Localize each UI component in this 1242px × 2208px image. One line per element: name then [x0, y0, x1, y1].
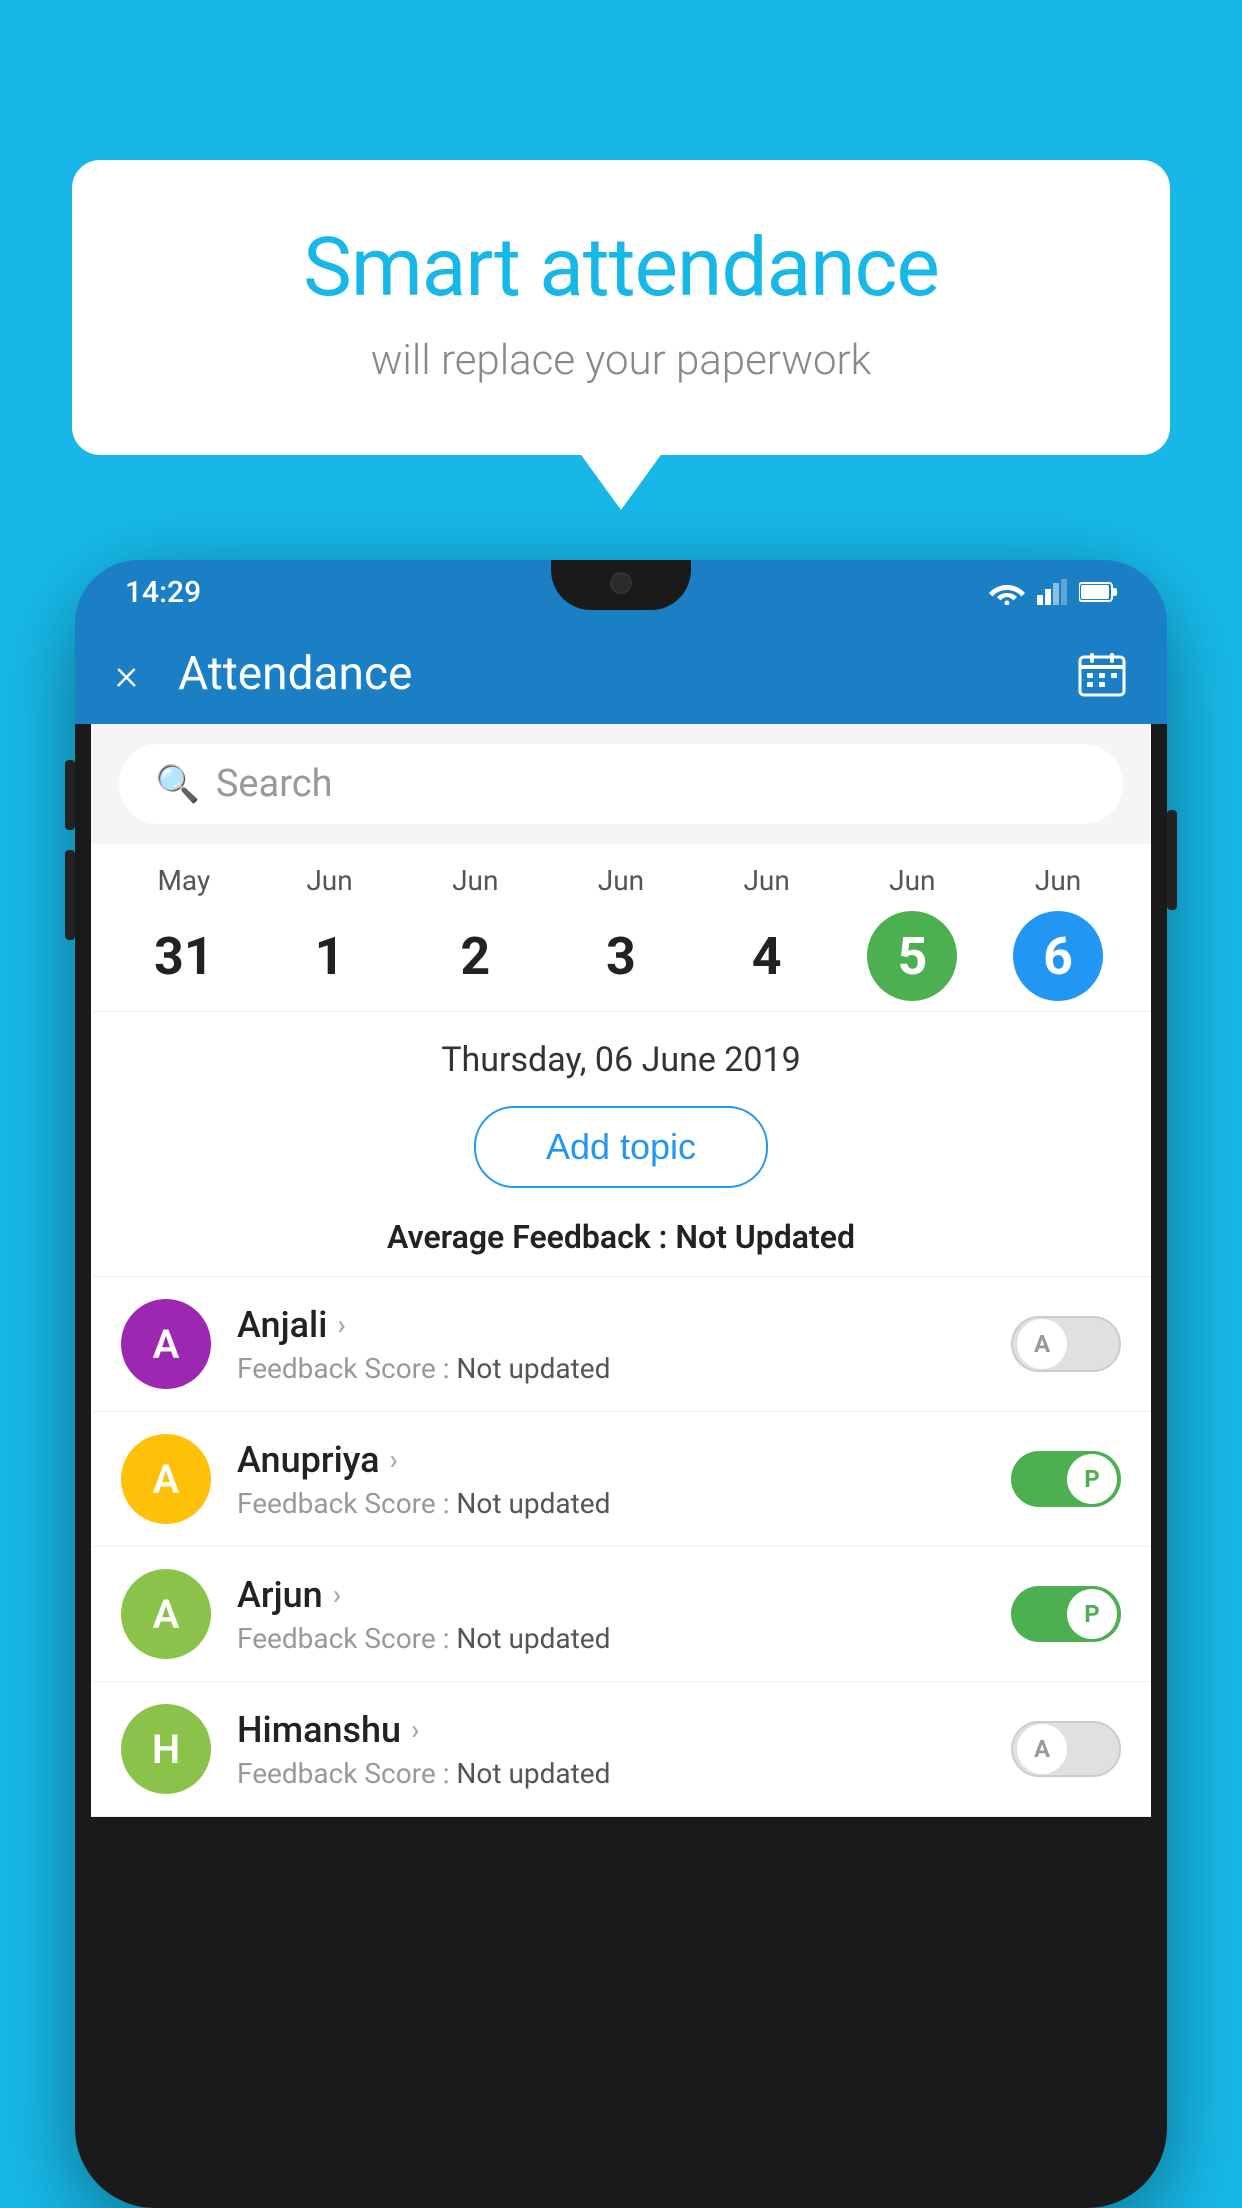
- date-number: 2: [430, 911, 520, 1001]
- toggle-knob: P: [1067, 1589, 1117, 1639]
- date-number: 6: [1013, 911, 1103, 1001]
- bubble-subtitle: will replace your paperwork: [152, 336, 1090, 385]
- search-icon: 🔍: [155, 763, 200, 805]
- student-name[interactable]: Anupriya ›: [237, 1439, 985, 1481]
- attendance-toggle[interactable]: P: [1011, 1586, 1121, 1642]
- toggle-knob: A: [1017, 1319, 1067, 1369]
- date-item[interactable]: Jun 6: [1003, 864, 1113, 1001]
- selected-date-info: Thursday, 06 June 2019: [91, 1012, 1151, 1096]
- bubble-title: Smart attendance: [152, 220, 1090, 316]
- front-camera: [610, 572, 632, 594]
- toggle-container: P: [1011, 1451, 1121, 1507]
- date-item[interactable]: May 31: [129, 864, 239, 1001]
- attendance-toggle[interactable]: A: [1011, 1721, 1121, 1777]
- wifi-icon: [989, 579, 1025, 605]
- student-list: AAnjali ›Feedback Score : Not updatedAAA…: [91, 1276, 1151, 1817]
- attendance-toggle[interactable]: P: [1011, 1451, 1121, 1507]
- selected-date-text: Thursday, 06 June 2019: [111, 1040, 1131, 1080]
- student-feedback: Feedback Score : Not updated: [237, 1757, 985, 1790]
- avg-feedback-value: Not Updated: [675, 1218, 855, 1256]
- student-name[interactable]: Arjun ›: [237, 1574, 985, 1616]
- chevron-icon: ›: [411, 1713, 419, 1746]
- chevron-icon: ›: [333, 1578, 341, 1611]
- calendar-icon[interactable]: [1077, 649, 1127, 699]
- avatar: A: [121, 1299, 211, 1389]
- signal-icon: [1037, 579, 1067, 605]
- student-item: A Anupriya › Feedback Score : Not updated P: [91, 1412, 1151, 1547]
- date-number: 4: [722, 911, 812, 1001]
- student-info: Anupriya › Feedback Score : Not updated: [237, 1439, 985, 1520]
- student-info: Anjali › Feedback Score : Not updated: [237, 1304, 985, 1385]
- student-info: Himanshu › Feedback Score : Not updated: [237, 1709, 985, 1790]
- date-number: 31: [139, 911, 229, 1001]
- battery-icon: [1079, 581, 1117, 603]
- student-item: A Anjali › Feedback Score : Not updated A: [91, 1277, 1151, 1412]
- feedback-value: Not updated: [456, 1352, 610, 1385]
- attendance-toggle[interactable]: A: [1011, 1316, 1121, 1372]
- date-item[interactable]: Jun 3: [566, 864, 676, 1001]
- date-item[interactable]: Jun 5: [857, 864, 967, 1001]
- search-placeholder: Search: [216, 762, 333, 806]
- student-feedback: Feedback Score : Not updated: [237, 1352, 985, 1385]
- toggle-container: P: [1011, 1586, 1121, 1642]
- add-topic-button[interactable]: Add topic: [474, 1106, 768, 1188]
- speech-bubble: Smart attendance will replace your paper…: [72, 160, 1170, 455]
- phone-screen: 🔍 Search May 31 Jun 1 Jun 2 Jun 3 Jun 4 Jun 5 Jun 6 T…: [91, 724, 1151, 1817]
- toggle-container: A: [1011, 1721, 1121, 1777]
- date-month: Jun: [743, 864, 789, 897]
- date-month: Jun: [889, 864, 935, 897]
- toggle-knob: P: [1067, 1454, 1117, 1504]
- phone-frame: 14:29 × Attendance: [75, 560, 1167, 2208]
- date-item[interactable]: Jun 2: [420, 864, 530, 1001]
- feedback-value: Not updated: [456, 1757, 610, 1790]
- app-title: Attendance: [178, 647, 1077, 701]
- date-number: 1: [285, 911, 375, 1001]
- date-month: Jun: [306, 864, 352, 897]
- date-month: Jun: [452, 864, 498, 897]
- student-feedback: Feedback Score : Not updated: [237, 1487, 985, 1520]
- student-name[interactable]: Anjali ›: [237, 1304, 985, 1346]
- student-item: H Himanshu › Feedback Score : Not updated A: [91, 1682, 1151, 1817]
- date-month: Jun: [1035, 864, 1081, 897]
- volume-down-button: [65, 850, 75, 940]
- volume-up-button: [65, 760, 75, 830]
- avatar: H: [121, 1704, 211, 1794]
- date-month: May: [157, 864, 210, 897]
- close-button[interactable]: ×: [115, 648, 138, 700]
- search-input[interactable]: 🔍 Search: [119, 744, 1123, 824]
- date-item[interactable]: Jun 1: [275, 864, 385, 1001]
- app-bar: × Attendance: [75, 624, 1167, 724]
- avg-feedback-label: Average Feedback :: [387, 1218, 675, 1256]
- student-name[interactable]: Himanshu ›: [237, 1709, 985, 1751]
- speech-bubble-container: Smart attendance will replace your paper…: [72, 160, 1170, 455]
- feedback-value: Not updated: [456, 1622, 610, 1655]
- student-feedback: Feedback Score : Not updated: [237, 1622, 985, 1655]
- feedback-value: Not updated: [456, 1487, 610, 1520]
- avatar: A: [121, 1569, 211, 1659]
- toggle-knob: A: [1017, 1724, 1067, 1774]
- student-item: A Arjun › Feedback Score : Not updated P: [91, 1547, 1151, 1682]
- add-topic-container: Add topic: [91, 1096, 1151, 1208]
- power-button: [1167, 810, 1177, 910]
- search-container: 🔍 Search: [91, 724, 1151, 844]
- date-item[interactable]: Jun 4: [712, 864, 822, 1001]
- date-strip: May 31 Jun 1 Jun 2 Jun 3 Jun 4 Jun 5 Jun 6: [91, 844, 1151, 1012]
- chevron-icon: ›: [390, 1443, 398, 1476]
- avatar: A: [121, 1434, 211, 1524]
- avg-feedback: Average Feedback : Not Updated: [91, 1208, 1151, 1276]
- toggle-container: A: [1011, 1316, 1121, 1372]
- date-number: 3: [576, 911, 666, 1001]
- status-time: 14:29: [125, 575, 201, 610]
- student-info: Arjun › Feedback Score : Not updated: [237, 1574, 985, 1655]
- chevron-icon: ›: [337, 1308, 345, 1341]
- date-number: 5: [867, 911, 957, 1001]
- date-month: Jun: [598, 864, 644, 897]
- phone-notch: [551, 560, 691, 610]
- status-icons: [989, 579, 1117, 605]
